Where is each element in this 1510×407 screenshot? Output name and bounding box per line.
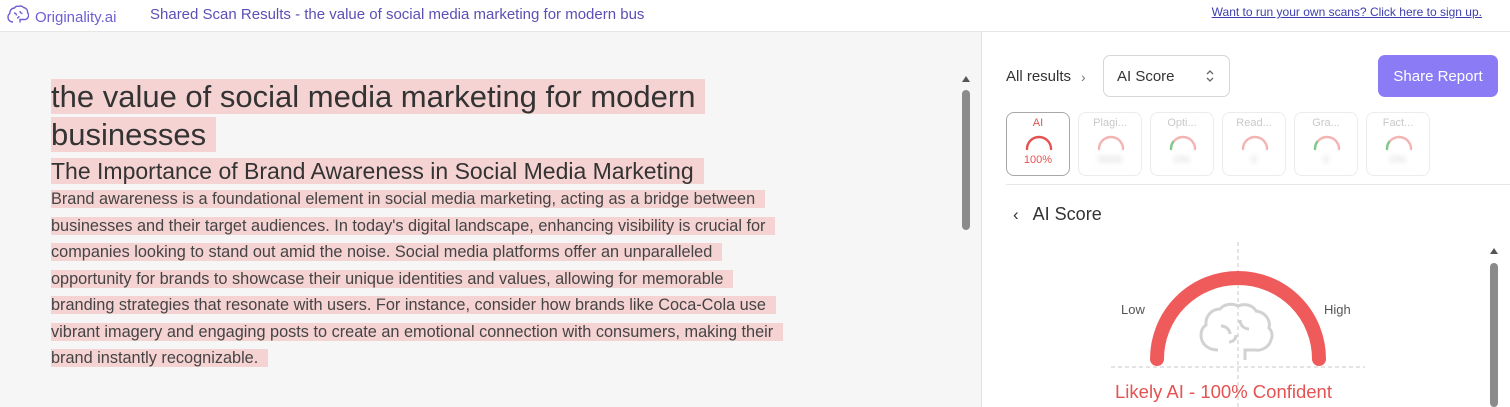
tab-fact-check[interactable]: Fact... 0% — [1366, 112, 1430, 176]
breadcrumb-all-results[interactable]: All results — [1006, 68, 1071, 85]
gauge-mini-icon — [1313, 135, 1341, 151]
share-report-button[interactable]: Share Report — [1378, 55, 1498, 97]
section-header: ‹ AI Score — [1013, 204, 1102, 225]
brain-watermark-icon — [1199, 302, 1274, 360]
section-title: AI Score — [1032, 204, 1102, 224]
tab-value: 100% — [1023, 154, 1053, 166]
tab-readability[interactable]: Read... 0 — [1222, 112, 1286, 176]
page-title: Shared Scan Results - the value of socia… — [150, 6, 645, 23]
tab-label: AI — [1032, 117, 1044, 129]
tab-label: Fact... — [1382, 117, 1414, 129]
tab-grammar[interactable]: Gra... 0 — [1294, 112, 1358, 176]
gauge-high-label: High — [1324, 302, 1351, 317]
tab-label: Plagi... — [1093, 117, 1127, 129]
gauge-mini-icon — [1097, 135, 1125, 151]
paragraph-line: opportunity for brands to showcase their… — [51, 269, 734, 288]
tab-value: 0 — [1322, 154, 1330, 166]
paragraph-line: vibrant imagery and engaging posts to cr… — [51, 322, 784, 341]
divider — [1006, 184, 1510, 185]
view-select[interactable]: AI Score — [1103, 55, 1230, 97]
document-heading: The Importance of Brand Awareness in Soc… — [51, 156, 871, 186]
heading-text: The Importance of Brand Awareness in Soc… — [51, 158, 704, 184]
paragraph-line: brand instantly recognizable. — [51, 349, 269, 367]
tab-label: Gra... — [1312, 117, 1340, 129]
scroll-up-arrow[interactable] — [1490, 248, 1498, 254]
scroll-up-arrow[interactable] — [962, 76, 970, 82]
logo-text: Originality.ai — [35, 9, 117, 26]
gauge-mini-icon — [1385, 135, 1413, 151]
ai-verdict: Likely AI - 100% Confident — [1115, 381, 1332, 402]
tab-ai[interactable]: AI 100% — [1006, 112, 1070, 176]
document-scrollbar[interactable] — [962, 90, 970, 230]
chevron-left-icon[interactable]: ‹ — [1013, 205, 1019, 225]
gauge-mini-icon — [1025, 135, 1053, 151]
tab-label: Read... — [1236, 117, 1272, 129]
document-title: the value of social media marketing for … — [51, 78, 871, 154]
gauge-mini-icon — [1241, 135, 1269, 151]
document-pane: the value of social media marketing for … — [0, 32, 982, 407]
logo[interactable]: Originality.ai — [7, 5, 116, 30]
chevron-up-down-icon — [1206, 70, 1214, 82]
result-tabs: AI 100% Plagi... 0000 Opti... 0% Read... — [1006, 112, 1430, 176]
tab-value: 0% — [1174, 154, 1190, 166]
results-scrollbar[interactable] — [1490, 263, 1498, 407]
tab-value: 0% — [1390, 154, 1406, 166]
gauge-mini-icon — [1169, 135, 1197, 151]
tab-value: 0 — [1250, 154, 1258, 166]
tab-optimization[interactable]: Opti... 0% — [1150, 112, 1214, 176]
title-line-1: the value of social media marketing for … — [51, 79, 706, 114]
tab-label: Opti... — [1167, 117, 1197, 129]
paragraph-line: companies looking to stand out amid the … — [51, 243, 723, 261]
title-line-2: businesses — [51, 117, 217, 152]
brain-logo-icon — [7, 5, 30, 30]
gauge-low-label: Low — [1121, 302, 1145, 317]
breadcrumb[interactable]: All results › — [1006, 68, 1086, 85]
tab-value: 0000 — [1097, 154, 1123, 166]
view-select-value: AI Score — [1117, 68, 1175, 85]
top-bar: Originality.ai Shared Scan Results - the… — [0, 0, 1510, 32]
paragraph-line: businesses and their target audiences. I… — [51, 216, 776, 235]
tab-plagiarism[interactable]: Plagi... 0000 — [1078, 112, 1142, 176]
results-pane: All results › AI Score Share Report AI 1… — [983, 32, 1510, 407]
paragraph-line: Brand awareness is a foundational elemen… — [51, 190, 766, 208]
signup-link[interactable]: Want to run your own scans? Click here t… — [1212, 5, 1482, 19]
document-paragraph: Brand awareness is a foundational elemen… — [51, 186, 871, 372]
paragraph-line: branding strategies that resonate with u… — [51, 296, 776, 314]
chevron-right-icon: › — [1081, 68, 1086, 85]
document-content: the value of social media marketing for … — [51, 78, 871, 372]
